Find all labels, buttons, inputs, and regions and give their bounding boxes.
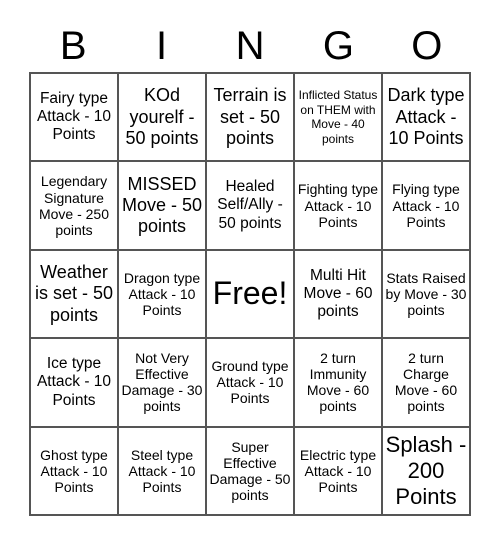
header-letter-o: O	[411, 24, 443, 68]
bingo-cell[interactable]: KOd yourelf - 50 points	[118, 73, 206, 162]
bingo-card: Fairy type Attack - 10 Points KOd yourel…	[29, 72, 471, 516]
header-letter-i: I	[156, 24, 168, 68]
free-space[interactable]: Free!	[206, 249, 294, 339]
bingo-cell[interactable]: Dark type Attack - 10 Points	[382, 73, 470, 162]
bingo-cell[interactable]: 2 turn Immunity Move - 60 points	[294, 338, 382, 427]
bingo-cell[interactable]: Fairy type Attack - 10 Points	[30, 73, 118, 162]
header-letter-n: N	[235, 24, 265, 68]
bingo-cell[interactable]: Fighting type Attack - 10 Points	[294, 161, 382, 250]
bingo-cell[interactable]: Not Very Effective Damage - 30 points	[118, 338, 206, 427]
bingo-cell[interactable]: MISSED Move - 50 points	[118, 161, 206, 250]
bingo-cell[interactable]: Stats Raised by Move - 30 points	[382, 249, 470, 339]
bingo-cell[interactable]: 2 turn Charge Move - 60 points	[382, 338, 470, 427]
bingo-cell[interactable]: Electric type Attack - 10 Points	[294, 426, 382, 515]
header-letter-b: B	[59, 24, 87, 68]
bingo-cell[interactable]: Splash - 200 Points	[382, 426, 470, 515]
bingo-cell[interactable]: Ice type Attack - 10 Points	[30, 338, 118, 427]
bingo-cell[interactable]: Inflicted Status on THEM with Move - 40 …	[294, 73, 382, 162]
bingo-cell[interactable]: Steel type Attack - 10 Points	[118, 426, 206, 515]
bingo-cell[interactable]: Super Effective Damage - 50 points	[206, 426, 294, 515]
bingo-cell[interactable]: Healed Self/Ally - 50 points	[206, 161, 294, 250]
bingo-cell[interactable]: Dragon type Attack - 10 Points	[118, 249, 206, 339]
bingo-cell[interactable]: Weather is set - 50 points	[30, 249, 118, 339]
bingo-cell[interactable]: Legendary Signature Move - 250 points	[30, 161, 118, 250]
bingo-header: B I N G O	[29, 20, 471, 72]
bingo-cell[interactable]: Ground type Attack - 10 Points	[206, 338, 294, 427]
bingo-cell[interactable]: Terrain is set - 50 points	[206, 73, 294, 162]
header-letter-g: G	[322, 24, 354, 68]
bingo-cell[interactable]: Multi Hit Move - 60 points	[294, 249, 382, 339]
bingo-cell[interactable]: Flying type Attack - 10 Points	[382, 161, 470, 250]
bingo-cell[interactable]: Ghost type Attack - 10 Points	[30, 426, 118, 515]
